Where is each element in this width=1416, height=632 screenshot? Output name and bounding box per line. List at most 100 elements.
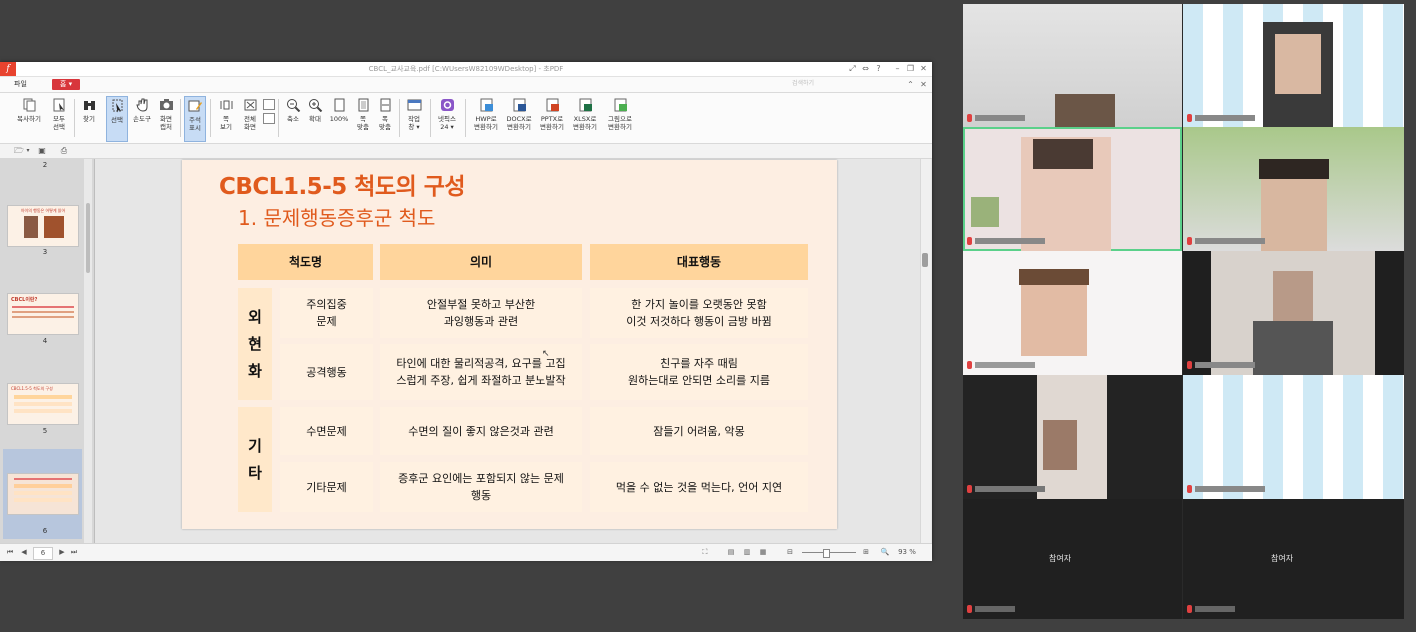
expand-icon[interactable]: ⤢ <box>848 64 857 73</box>
mic-muted-icon <box>967 605 972 613</box>
thumbnail-scrollbar-thumb[interactable] <box>86 203 90 273</box>
participant-tile[interactable] <box>963 375 1182 499</box>
participant-tile[interactable] <box>1183 127 1404 251</box>
participant-tile-speaking[interactable] <box>963 127 1182 251</box>
menu-file[interactable]: 파일 <box>14 77 27 92</box>
two-page-icon[interactable]: ▦ <box>758 547 768 558</box>
fit-page-button[interactable]: 쪽 맞춤 <box>353 96 373 140</box>
select-tool-button[interactable]: 선택 <box>106 96 128 142</box>
ribbon-toolbar: 복사하기 모두 선택 찾기 선택 손도구 화면 캡처 주석 표시 쪽 보기 전체… <box>0 93 932 144</box>
participant-tile[interactable] <box>1183 375 1404 499</box>
last-page-icon[interactable]: ⏭ <box>70 547 78 558</box>
find-button[interactable]: 찾기 <box>78 96 100 140</box>
convert-hwp-button[interactable]: HWP로 변환하기 <box>470 96 502 140</box>
fit-screen-icon[interactable]: ⛶ <box>700 547 710 558</box>
cell-meaning: 증후군 요인에는 포함되지 않는 문제 행동 <box>380 462 582 512</box>
cell-scale: 수면문제 <box>280 407 373 455</box>
participant-name-blurred <box>975 115 1025 121</box>
fit-page-icon <box>358 98 368 112</box>
participant-face <box>1275 34 1321 94</box>
document-scrollbar[interactable] <box>920 159 931 543</box>
full-screen-button[interactable]: 전체 화면 <box>240 96 260 140</box>
ribbon-separator <box>74 99 75 137</box>
zoom-in-icon <box>308 99 322 112</box>
participant-name-blurred <box>975 362 1035 368</box>
layout-icon[interactable]: ⇔ <box>861 64 870 73</box>
ribbon-separator <box>465 99 466 137</box>
convert-pptx-button[interactable]: PPTX로 변환하기 <box>536 96 568 140</box>
header-behavior: 대표행동 <box>590 244 808 280</box>
thumb-page-number: 3 <box>42 248 48 256</box>
thumb-photo-1 <box>24 216 38 238</box>
next-page-icon[interactable]: ▶ <box>58 547 66 558</box>
participant-tile[interactable] <box>963 4 1182 127</box>
ribbon-close-icon[interactable]: ✕ <box>919 80 928 89</box>
netpix-button[interactable]: 넷픽스 24 ▾ <box>434 96 460 140</box>
single-page-icon[interactable]: ▤ <box>726 547 736 558</box>
workspace-button[interactable]: 작업 창 ▾ <box>403 96 425 140</box>
participant-display-name: 참여자 <box>1049 554 1072 563</box>
cell-meaning: 안절부절 못하고 부산한 과잉행동과 관련 <box>380 288 582 338</box>
save-icon[interactable]: ▣ <box>36 146 48 156</box>
close-icon[interactable]: ✕ <box>919 64 928 73</box>
participant-tile-camera-off[interactable]: 참여자 <box>963 499 1182 619</box>
participant-tile[interactable] <box>1183 4 1404 127</box>
thumbnail-page-4[interactable]: CBCL이란? <box>7 293 79 335</box>
thumbnail-page-3[interactable]: 아이의 행동은 어떻게 읽어 <box>7 205 79 247</box>
copy-icon <box>23 98 35 112</box>
zoom-in-small-icon[interactable]: ⊞ <box>861 547 871 558</box>
convert-xlsx-button[interactable]: XLSX로 변환하기 <box>569 96 601 140</box>
menu-home-tab[interactable]: 홈 ▾ <box>52 79 80 90</box>
cell-scale: 공격행동 <box>280 344 373 400</box>
participant-name-blurred <box>1195 486 1265 492</box>
mic-muted-icon <box>967 237 972 245</box>
page-number-input[interactable]: 6 <box>33 547 53 560</box>
background-plant <box>971 197 999 227</box>
first-page-icon[interactable]: ⏮ <box>6 547 14 558</box>
search-input[interactable]: 검색하기 <box>792 79 852 89</box>
fit-width-button[interactable]: 폭 맞춤 <box>375 96 395 140</box>
cursor-icon <box>112 99 122 113</box>
thumbnail-page-6[interactable] <box>7 473 79 515</box>
print-icon[interactable]: ⎙ <box>58 146 70 156</box>
thumbnail-page-5[interactable]: CBCL1.5-5 척도의 구성 <box>7 383 79 425</box>
actual-size-icon <box>334 98 344 112</box>
copy-button[interactable]: 복사하기 <box>12 96 46 140</box>
full-screen-icon <box>244 99 256 111</box>
annotation-icon <box>188 100 202 112</box>
participant-tile[interactable] <box>963 251 1182 375</box>
annotation-button[interactable]: 주석 표시 <box>184 96 206 142</box>
continuous-page-icon[interactable]: ▥ <box>742 547 752 558</box>
prev-page-icon[interactable]: ◀ <box>20 547 28 558</box>
cell-scale: 주의집중 문제 <box>280 288 373 338</box>
ribbon-collapse-icon[interactable]: ⌃ <box>906 80 915 89</box>
zoom-slider-handle[interactable] <box>823 549 830 558</box>
title-bar: f CBCL_교사교육.pdf [C:WUsersW82109WDesktop]… <box>0 62 932 77</box>
rotate-left-icon[interactable] <box>263 99 275 110</box>
open-dropdown-icon[interactable]: ▾ <box>24 146 32 156</box>
magnifier-icon[interactable]: 🔍 <box>880 547 890 558</box>
workspace-icon <box>407 99 421 111</box>
zoom-in-button[interactable]: 확대 <box>305 96 325 140</box>
slide-page: CBCL1.5-5 척도의 구성 1. 문제행동증후군 척도 척도명 의미 대표… <box>182 160 837 529</box>
zoom-out-small-icon[interactable]: ⊟ <box>785 547 795 558</box>
select-all-icon <box>53 98 64 112</box>
select-all-button[interactable]: 모두 선택 <box>48 96 70 140</box>
document-scrollbar-thumb[interactable] <box>922 253 928 267</box>
zoom-level[interactable]: 93 % <box>894 547 920 558</box>
zoom-100-button[interactable]: 100% <box>327 96 351 140</box>
help-icon[interactable]: ? <box>874 64 883 73</box>
zoom-out-button[interactable]: 축소 <box>283 96 303 140</box>
rotate-right-icon[interactable] <box>263 113 275 124</box>
convert-image-button[interactable]: 그림으로 변환하기 <box>603 96 637 140</box>
participant-tile-camera-off[interactable]: 참여자 <box>1183 499 1404 619</box>
convert-docx-button[interactable]: DOCX로 변환하기 <box>503 96 535 140</box>
screen-capture-button[interactable]: 화면 캡처 <box>156 96 176 140</box>
participant-tile[interactable] <box>1183 251 1404 375</box>
hand-tool-button[interactable]: 손도구 <box>130 96 154 140</box>
ribbon-separator <box>278 99 279 137</box>
slide-title: CBCL1.5-5 척도의 구성 <box>219 174 466 200</box>
page-view-button[interactable]: 쪽 보기 <box>214 96 238 140</box>
restore-icon[interactable]: ❐ <box>906 64 915 73</box>
minimize-icon[interactable]: – <box>893 64 902 73</box>
